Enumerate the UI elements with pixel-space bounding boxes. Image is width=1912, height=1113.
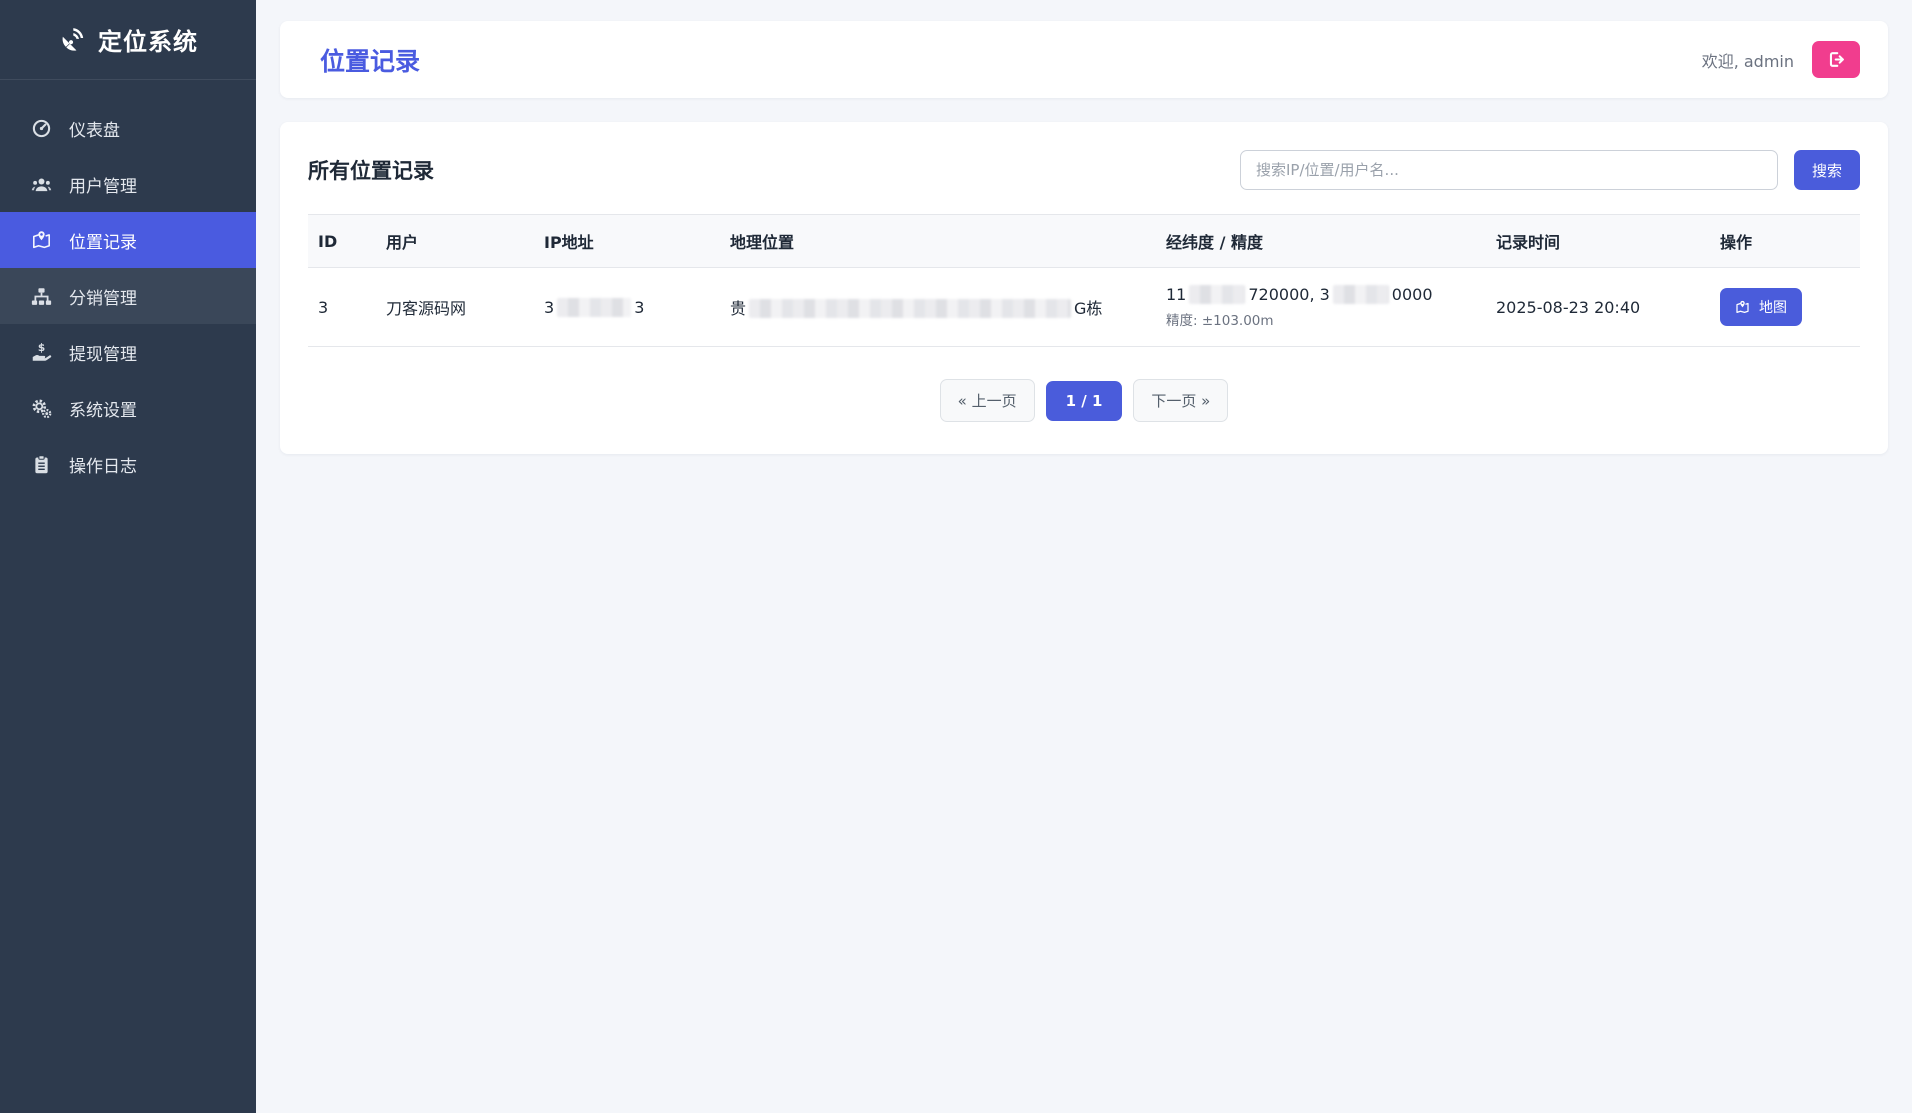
table-header-row: ID 用户 IP地址 地理位置 经纬度 / 精度 记录时间 操作 — [308, 215, 1860, 268]
sidebar-item-distribution[interactable]: 分销管理 — [0, 268, 256, 324]
cell-actions: 地图 — [1710, 268, 1860, 347]
sidebar-item-label: 分销管理 — [69, 284, 137, 309]
satellite-dish-icon — [58, 26, 85, 53]
coord-redacted-blur-1 — [1189, 285, 1245, 304]
sidebar-item-label: 位置记录 — [69, 228, 137, 253]
svg-text:$: $ — [37, 342, 44, 354]
header-user: 用户 — [376, 215, 534, 268]
header-ip: IP地址 — [534, 215, 720, 268]
sidebar-item-label: 仪表盘 — [69, 116, 120, 141]
sidebar-item-label: 系统设置 — [69, 396, 137, 421]
users-icon — [30, 174, 52, 195]
cell-ip: 33 — [534, 268, 720, 347]
location-visible-end: G栋 — [1074, 299, 1102, 318]
page-title: 位置记录 — [320, 42, 420, 78]
search-button[interactable]: 搜索 — [1794, 150, 1860, 190]
header-location: 地理位置 — [720, 215, 1156, 268]
ip-visible-end: 3 — [634, 298, 644, 317]
logout-button[interactable] — [1812, 41, 1860, 78]
coord-redacted-blur-2 — [1333, 285, 1389, 304]
location-redacted-blur — [749, 299, 1071, 318]
next-page-button[interactable]: 下一页 » — [1133, 379, 1228, 422]
sidebar-item-settings[interactable]: 系统设置 — [0, 380, 256, 436]
map-marked-icon — [30, 230, 52, 251]
hand-holding-usd-icon: $ — [30, 342, 52, 363]
sidebar-item-withdrawals[interactable]: $ 提现管理 — [0, 324, 256, 380]
pagination: « 上一页 1 / 1 下一页 » — [308, 379, 1860, 422]
coord-visible-mid: 720000, 3 — [1248, 285, 1329, 304]
prev-page-button[interactable]: « 上一页 — [940, 379, 1035, 422]
coord-visible-end: 0000 — [1392, 285, 1433, 304]
sidebar-item-dashboard[interactable]: 仪表盘 — [0, 100, 256, 156]
map-marked-icon — [1735, 300, 1750, 315]
header-coordinates: 经纬度 / 精度 — [1156, 215, 1486, 268]
map-button[interactable]: 地图 — [1720, 288, 1802, 326]
cell-time: 2025-08-23 20:40 — [1486, 268, 1710, 347]
header-id: ID — [308, 215, 376, 268]
accuracy-text: 精度: ±103.00m — [1166, 309, 1476, 329]
card-top: 所有位置记录 搜索 — [308, 150, 1860, 190]
ip-redacted-blur — [557, 298, 631, 317]
sidebar-item-users[interactable]: 用户管理 — [0, 156, 256, 212]
cell-location: 贵 G栋 — [720, 268, 1156, 347]
sidebar-item-label: 提现管理 — [69, 340, 137, 365]
ip-visible-start: 3 — [544, 298, 554, 317]
welcome-text: 欢迎, admin — [1702, 48, 1794, 72]
table-row: 3 刀客源码网 33 贵G栋 11720000, 30000 精度: ±103.… — [308, 268, 1860, 347]
records-card: 所有位置记录 搜索 ID 用户 IP地址 地理位置 经纬度 / 精度 记录时间 … — [280, 122, 1888, 454]
sidebar-item-label: 用户管理 — [69, 172, 137, 197]
cogs-icon — [30, 398, 52, 419]
sidebar: 定位系统 仪表盘 — [0, 0, 256, 1113]
card-title: 所有位置记录 — [308, 155, 434, 185]
header-right: 欢迎, admin — [1702, 41, 1860, 78]
sitemap-icon — [30, 286, 52, 307]
cell-id: 3 — [308, 268, 376, 347]
sidebar-menu: 仪表盘 用户管理 位置记录 — [0, 80, 256, 492]
cell-coordinates: 11 720000, 3 0000 精度: ±103.00m — [1156, 268, 1486, 347]
coordinates-line: 11 720000, 3 0000 — [1166, 285, 1476, 304]
sidebar-item-label: 操作日志 — [69, 452, 137, 477]
clipboard-list-icon — [30, 454, 52, 475]
cell-user: 刀客源码网 — [376, 268, 534, 347]
sign-out-icon — [1827, 50, 1846, 69]
gauge-icon — [30, 118, 52, 139]
search-area: 搜索 — [1240, 150, 1860, 190]
sidebar-item-location-records[interactable]: 位置记录 — [0, 212, 256, 268]
coord-visible-start: 11 — [1166, 285, 1186, 304]
map-button-label: 地图 — [1759, 297, 1787, 317]
search-input[interactable] — [1240, 150, 1778, 190]
sidebar-item-logs[interactable]: 操作日志 — [0, 436, 256, 492]
app-logo: 定位系统 — [0, 0, 256, 80]
header-actions: 操作 — [1710, 215, 1860, 268]
location-visible-start: 贵 — [730, 299, 746, 318]
records-table: ID 用户 IP地址 地理位置 经纬度 / 精度 记录时间 操作 3 刀客源码网… — [308, 214, 1860, 347]
app-title: 定位系统 — [98, 22, 198, 57]
page-header: 位置记录 欢迎, admin — [280, 21, 1888, 98]
header-time: 记录时间 — [1486, 215, 1710, 268]
current-page-indicator[interactable]: 1 / 1 — [1046, 381, 1123, 421]
main-area: 位置记录 欢迎, admin 所有位置记录 搜索 — [256, 0, 1912, 475]
